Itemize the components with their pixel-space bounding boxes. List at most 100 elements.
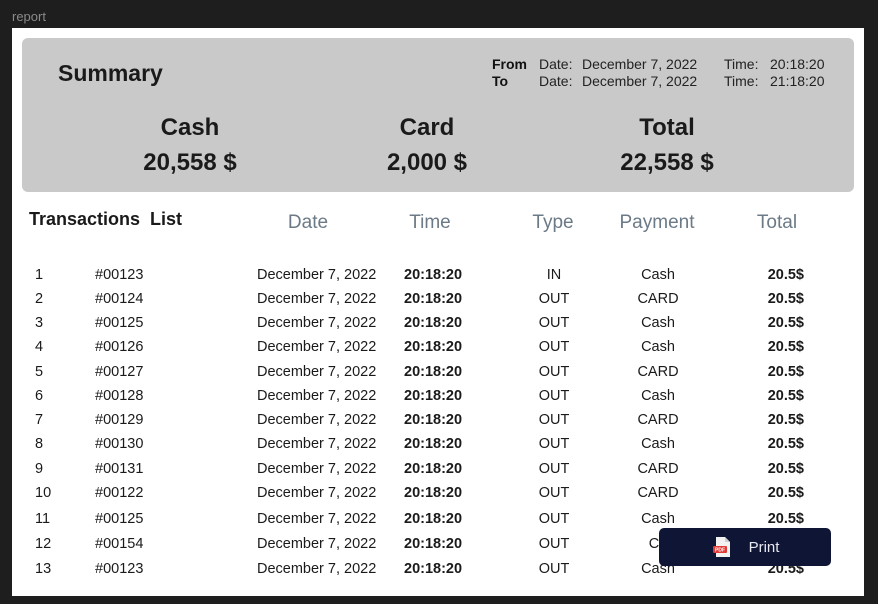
row-type: OUT (538, 436, 570, 452)
row-date: December 7, 2022 (257, 388, 377, 404)
row-total: 20.5$ (767, 291, 804, 307)
row-total: 20.5$ (767, 511, 804, 527)
range-to-date: December 7, 2022 (582, 73, 698, 89)
stat-card: Card 2,000 $ (327, 114, 527, 177)
row-id: #00126 (95, 339, 144, 355)
row-index: 2 (35, 291, 44, 307)
row-date: December 7, 2022 (257, 536, 377, 552)
row-index: 4 (35, 339, 44, 355)
row-index: 8 (35, 436, 44, 452)
stat-total-value: 22,558 $ (620, 149, 714, 176)
row-index: 13 (35, 561, 52, 577)
row-index: 6 (35, 388, 44, 404)
row-id: #00129 (95, 412, 144, 428)
row-id: #00123 (95, 267, 144, 283)
row-index: 1 (35, 267, 44, 283)
table-row[interactable]: 8 #00130 December 7, 2022 20:18:20 OUT C… (12, 433, 864, 455)
range-from-date-label: Date: (539, 56, 573, 72)
row-date: December 7, 2022 (257, 461, 377, 477)
row-time: 20:18:20 (404, 291, 463, 307)
row-payment: Cash (641, 267, 675, 283)
row-type: OUT (538, 364, 570, 380)
row-time: 20:18:20 (404, 388, 463, 404)
row-total: 20.5$ (767, 315, 804, 331)
table-row[interactable]: 6 #00128 December 7, 2022 20:18:20 OUT C… (12, 385, 864, 407)
row-date: December 7, 2022 (257, 315, 377, 331)
row-date: December 7, 2022 (257, 485, 377, 501)
range-to-row: To Date: December 7, 2022 Time: 21:18:20 (492, 73, 840, 90)
row-id: #00130 (95, 436, 144, 452)
table-row[interactable]: 10 #00122 December 7, 2022 20:18:20 OUT … (12, 482, 864, 504)
row-index: 11 (35, 511, 51, 527)
range-from-time-label: Time: (724, 56, 759, 72)
row-type: OUT (538, 388, 570, 404)
table-row[interactable]: 9 #00131 December 7, 2022 20:18:20 OUT C… (12, 458, 864, 480)
row-total: 20.5$ (767, 461, 804, 477)
table-row[interactable]: 4 #00126 December 7, 2022 20:18:20 OUT C… (12, 336, 864, 358)
print-button-label: Print (748, 538, 780, 556)
row-payment: Cash (641, 511, 675, 527)
row-type: OUT (538, 485, 570, 501)
range-from-time: 20:18:20 (770, 56, 825, 72)
row-time: 20:18:20 (404, 536, 463, 552)
row-index: 7 (35, 412, 44, 428)
row-payment: CARD (637, 461, 679, 477)
column-header-type: Type (532, 212, 574, 233)
row-payment: CARD (637, 364, 679, 380)
table-row[interactable]: 1 #00123 December 7, 2022 20:18:20 IN Ca… (12, 264, 864, 286)
row-type: OUT (538, 536, 570, 552)
row-id: #00125 (95, 511, 144, 527)
table-row[interactable]: 11 #00125 December 7, 2022 20:18:20 OUT … (12, 508, 864, 530)
row-payment: CARD (637, 485, 679, 501)
print-button[interactable]: PDF Print (659, 528, 831, 566)
date-range: From Date: December 7, 2022 Time: 20:18:… (492, 56, 840, 90)
row-total: 20.5$ (767, 388, 804, 404)
row-date: December 7, 2022 (257, 561, 377, 577)
stat-cash-value: 20,558 $ (143, 149, 237, 176)
row-index: 9 (35, 461, 44, 477)
stat-cash: Cash 20,558 $ (90, 114, 290, 177)
report-page: Summary From Date: December 7, 2022 Time… (12, 28, 864, 596)
table-row[interactable]: 3 #00125 December 7, 2022 20:18:20 OUT C… (12, 312, 864, 334)
row-time: 20:18:20 (404, 561, 463, 577)
pdf-icon-text: PDF (715, 548, 725, 554)
row-time: 20:18:20 (404, 461, 463, 477)
table-row[interactable]: 5 #00127 December 7, 2022 20:18:20 OUT C… (12, 361, 864, 383)
row-index: 10 (35, 485, 52, 501)
row-time: 20:18:20 (404, 364, 463, 380)
range-to-time-label: Time: (724, 73, 759, 89)
column-header-date: Date (287, 212, 329, 233)
row-type: IN (546, 267, 562, 283)
row-date: December 7, 2022 (257, 436, 377, 452)
range-to-time: 21:18:20 (770, 73, 825, 89)
stat-cash-label: Cash (160, 114, 220, 141)
row-id: #00124 (95, 291, 144, 307)
stat-card-value: 2,000 $ (386, 149, 468, 176)
row-date: December 7, 2022 (257, 364, 377, 380)
table-row[interactable]: 7 #00129 December 7, 2022 20:18:20 OUT C… (12, 409, 864, 431)
row-total: 20.5$ (767, 436, 804, 452)
frame-label: report (12, 9, 46, 24)
row-total: 20.5$ (767, 339, 804, 355)
row-time: 20:18:20 (404, 511, 463, 527)
row-date: December 7, 2022 (257, 267, 377, 283)
row-type: OUT (538, 339, 570, 355)
row-index: 12 (35, 536, 52, 552)
row-id: #00154 (95, 536, 144, 552)
row-date: December 7, 2022 (257, 412, 377, 428)
row-type: OUT (538, 291, 570, 307)
row-time: 20:18:20 (404, 436, 463, 452)
row-time: 20:18:20 (404, 315, 463, 331)
row-id: #00123 (95, 561, 144, 577)
row-payment: CARD (637, 291, 679, 307)
row-id: #00122 (95, 485, 144, 501)
row-time: 20:18:20 (404, 339, 463, 355)
stat-card-label: Card (399, 114, 455, 141)
transactions-list-title: Transactions List (29, 209, 183, 229)
row-total: 20.5$ (767, 412, 804, 428)
pdf-file-icon: PDF (712, 537, 730, 557)
range-to-label: To (492, 73, 509, 89)
row-total: 20.5$ (767, 485, 804, 501)
table-row[interactable]: 2 #00124 December 7, 2022 20:18:20 OUT C… (12, 288, 864, 310)
stat-total-label: Total (639, 114, 695, 141)
